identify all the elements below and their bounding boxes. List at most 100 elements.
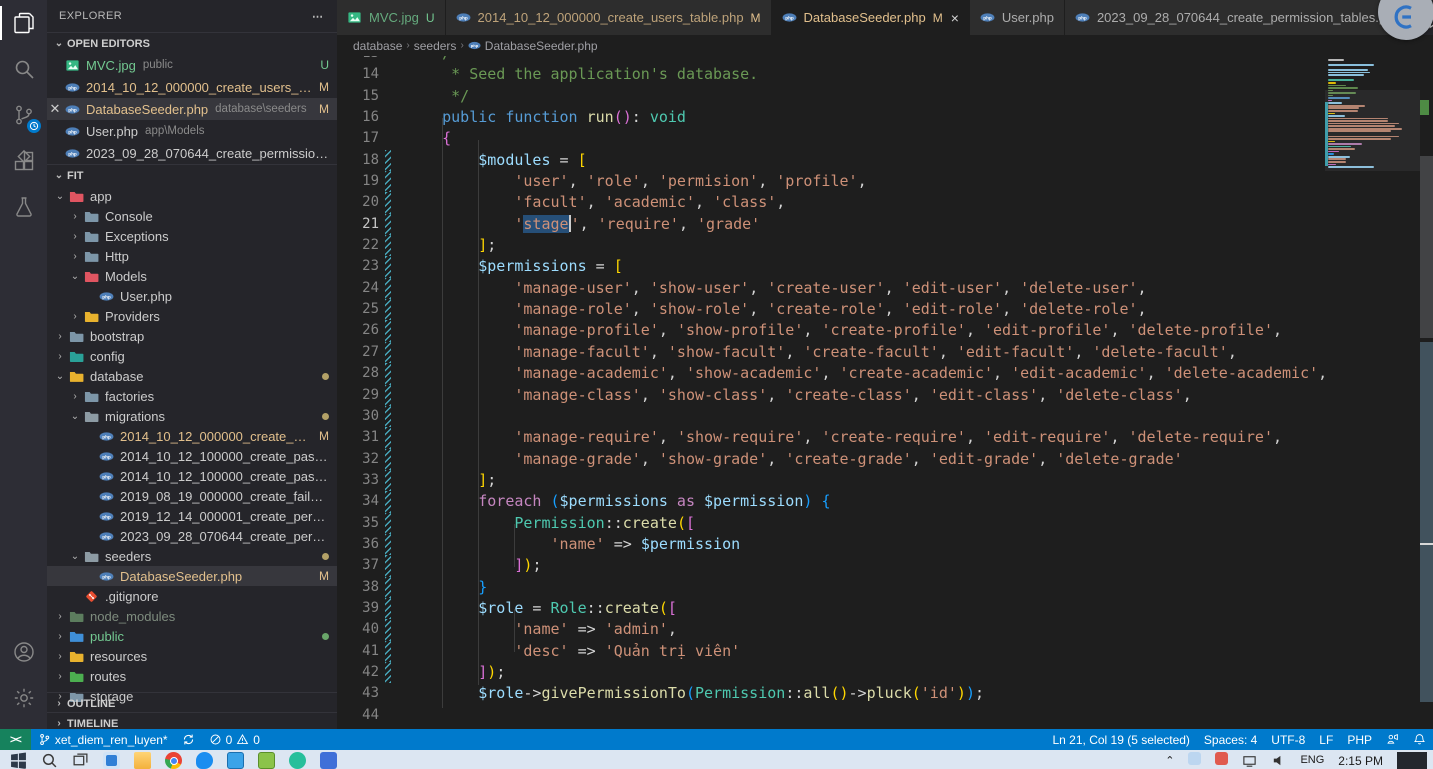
code-line[interactable]: 19 'user', 'role', 'permision', 'profile… (337, 171, 1433, 192)
code-line[interactable]: 33 ]; (337, 470, 1433, 491)
tree-item[interactable]: ›resources (47, 646, 337, 666)
feedback-icon[interactable] (1379, 729, 1406, 750)
tree-item[interactable]: phpDatabaseSeeder.phpM (47, 566, 337, 586)
remote-indicator[interactable]: >< (0, 729, 31, 750)
open-editor-item[interactable]: php2014_10_12_000000_create_users_table.… (47, 76, 337, 98)
code-line[interactable]: 26 'manage-profile', 'show-profile', 'cr… (337, 320, 1433, 341)
code-line[interactable]: 13 /** (337, 56, 1433, 64)
taskbar-chrome-icon[interactable] (165, 752, 182, 769)
code-line[interactable]: 20 'facult', 'academic', 'class', (337, 192, 1433, 213)
tree-item[interactable]: phpUser.php (47, 286, 337, 306)
code-line[interactable]: 42 ]); (337, 662, 1433, 683)
tray-language[interactable]: ENG (1300, 752, 1324, 766)
tree-item[interactable]: ›Console (47, 206, 337, 226)
taskbar-green-app-icon[interactable] (258, 752, 275, 769)
tray-clock[interactable]: 2:15 PM (1338, 752, 1383, 768)
sync-status[interactable] (175, 729, 202, 750)
tree-item[interactable]: .gitignore (47, 586, 337, 606)
timeline-header[interactable]: › TIMELINE (47, 712, 337, 729)
git-branch-status[interactable]: xet_diem_ren_luyen* (31, 729, 175, 750)
code-line[interactable]: 34 foreach ($permissions as $permission)… (337, 491, 1433, 512)
code-line[interactable]: 31 'manage-require', 'show-require', 'cr… (337, 427, 1433, 448)
activity-testing[interactable] (0, 184, 47, 230)
breadcrumb-item[interactable]: seeders (414, 39, 457, 53)
code-line[interactable]: 16 public function run(): void (337, 107, 1433, 128)
tab-MVC.jpg[interactable]: MVC.jpgU (337, 0, 446, 35)
code-line[interactable]: 29 'manage-class', 'show-class', 'create… (337, 385, 1433, 406)
status-indentation[interactable]: Spaces: 4 (1197, 729, 1264, 750)
sidebar-more-icon[interactable]: ⋯ (312, 10, 325, 23)
taskbar-zalo-icon[interactable] (196, 752, 213, 769)
tree-item[interactable]: php2014_10_12_100000_create_password_res… (47, 466, 337, 486)
tray-caret[interactable]: ⌃ (1165, 752, 1174, 767)
tab-2023_09_28_070644_create_permission_tables.php[interactable]: php2023_09_28_070644_create_permission_t… (1065, 0, 1412, 35)
code-editor[interactable]: 13 /**14 * Seed the application's databa… (337, 56, 1433, 729)
open-editor-item[interactable]: ✕phpDatabaseSeeder.phpdatabase\seedersM (47, 98, 337, 120)
status-cursor-position[interactable]: Ln 21, Col 19 (5 selected) (1046, 729, 1197, 750)
taskbar-explorer-icon[interactable] (134, 752, 151, 769)
taskbar-app-active[interactable] (103, 752, 120, 769)
code-line[interactable]: 39 $role = Role::create([ (337, 598, 1433, 619)
status-eol[interactable]: LF (1312, 729, 1340, 750)
search-button[interactable] (41, 752, 58, 769)
activity-search[interactable] (0, 46, 47, 92)
code-line[interactable]: 23 $permissions = [ (337, 256, 1433, 277)
tree-item[interactable]: ⌄database (47, 366, 337, 386)
minimap[interactable] (1325, 56, 1420, 729)
tree-item[interactable]: ›Providers (47, 306, 337, 326)
open-editor-item[interactable]: php2023_09_28_070644_create_permission_t… (47, 142, 337, 164)
outline-header[interactable]: › OUTLINE (47, 692, 337, 714)
activity-explorer[interactable] (0, 0, 47, 46)
bell-icon[interactable] (1406, 729, 1433, 750)
tree-item[interactable]: ⌄seeders (47, 546, 337, 566)
tree-item[interactable]: ›config (47, 346, 337, 366)
workspace-header[interactable]: ⌄ FIT (47, 164, 337, 186)
tree-item[interactable]: ›factories (47, 386, 337, 406)
tree-item[interactable]: php2014_10_12_000000_create_users_tab...… (47, 426, 337, 446)
code-line[interactable]: 41 'desc' => 'Quản trị viên' (337, 641, 1433, 662)
tab-User.php[interactable]: phpUser.php (970, 0, 1065, 35)
tree-item[interactable]: php2019_08_19_000000_create_failed_jobs_… (47, 486, 337, 506)
scrollbar[interactable] (1420, 56, 1433, 729)
code-line[interactable]: 38 } (337, 577, 1433, 598)
code-line[interactable]: 18 $modules = [ (337, 150, 1433, 171)
tree-item[interactable]: ›bootstrap (47, 326, 337, 346)
tree-item[interactable]: ›Http (47, 246, 337, 266)
code-line[interactable]: 22 ]; (337, 235, 1433, 256)
activity-accounts[interactable] (0, 629, 47, 675)
status-language-mode[interactable]: PHP (1340, 729, 1379, 750)
code-line[interactable]: 17 { (337, 128, 1433, 149)
tree-item[interactable]: php2019_12_14_000001_create_personal_acc… (47, 506, 337, 526)
activity-settings[interactable] (0, 675, 47, 721)
close-icon[interactable]: ✕ (47, 101, 63, 117)
code-line[interactable]: 15 */ (337, 86, 1433, 107)
task-view-button[interactable] (72, 752, 89, 769)
status-encoding[interactable]: UTF-8 (1264, 729, 1312, 750)
open-editor-item[interactable]: MVC.jpgpublicU (47, 54, 337, 76)
code-line[interactable]: 14 * Seed the application's database. (337, 64, 1433, 85)
code-line[interactable]: 37 ]); (337, 555, 1433, 576)
breadcrumb-item[interactable]: database (353, 39, 402, 53)
code-line[interactable]: 36 'name' => $permission (337, 534, 1433, 555)
code-line[interactable]: 35 Permission::create([ (337, 513, 1433, 534)
taskbar-blue-app-icon[interactable] (320, 752, 337, 769)
tray-volume-icon[interactable] (1271, 752, 1286, 769)
start-button[interactable] (10, 752, 27, 769)
code-line[interactable]: 44 (337, 705, 1433, 726)
problems-status[interactable]: 0 0 (202, 729, 267, 750)
taskbar-window-app-icon[interactable] (227, 752, 244, 769)
tree-item[interactable]: php2023_09_28_070644_create_permission_t… (47, 526, 337, 546)
tray-icon[interactable] (1188, 752, 1201, 765)
code-line[interactable]: 27 'manage-facult', 'show-facult', 'crea… (337, 342, 1433, 363)
tray-mail-icon[interactable] (1215, 752, 1228, 765)
tree-item[interactable]: ›public (47, 626, 337, 646)
tree-item[interactable]: ⌄Models (47, 266, 337, 286)
code-line[interactable]: 25 'manage-role', 'show-role', 'create-r… (337, 299, 1433, 320)
close-icon[interactable]: × (951, 10, 959, 26)
code-line[interactable]: 21 'stage', 'require', 'grade' (337, 214, 1433, 235)
activity-source-control[interactable] (0, 92, 47, 138)
code-line[interactable]: 43 $role->givePermissionTo(Permission::a… (337, 683, 1433, 704)
activity-extensions[interactable] (0, 138, 47, 184)
open-editors-header[interactable]: ⌄ OPEN EDITORS (47, 32, 337, 54)
scrollbar-thumb[interactable] (1420, 156, 1433, 338)
